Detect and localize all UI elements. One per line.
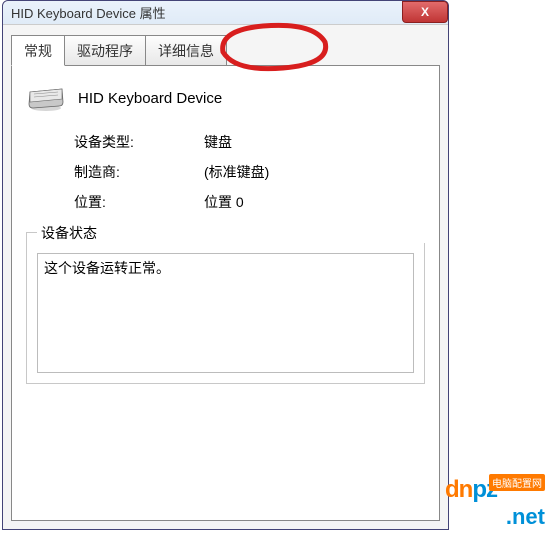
tab-driver[interactable]: 驱动程序	[64, 35, 146, 66]
status-legend: 设备状态	[37, 223, 434, 243]
prop-row-location: 位置: 位置 0	[74, 192, 425, 212]
prop-row-type: 设备类型: 键盘	[74, 132, 425, 152]
prop-value-type: 键盘	[204, 132, 232, 152]
close-button[interactable]: X	[402, 1, 448, 23]
prop-label-type: 设备类型:	[74, 132, 204, 152]
prop-row-manufacturer: 制造商: (标准键盘)	[74, 162, 425, 182]
device-header: HID Keyboard Device	[26, 84, 425, 112]
tabstrip: 常规 驱动程序 详细信息	[11, 35, 440, 66]
tab-details[interactable]: 详细信息	[145, 35, 227, 66]
device-properties: 设备类型: 键盘 制造商: (标准键盘) 位置: 位置 0	[74, 132, 425, 212]
prop-label-location: 位置:	[74, 192, 204, 212]
content-area: 常规 驱动程序 详细信息 HID Keyboard Device	[3, 25, 448, 529]
device-status-group: 设备状态 这个设备运转正常。	[26, 232, 425, 384]
watermark-net: .net	[506, 504, 545, 530]
close-icon: X	[421, 5, 429, 19]
prop-value-location: 位置 0	[204, 192, 244, 212]
status-text: 这个设备运转正常。	[44, 260, 170, 276]
device-name: HID Keyboard Device	[78, 90, 222, 107]
tab-general[interactable]: 常规	[11, 35, 65, 66]
prop-value-manufacturer: (标准键盘)	[204, 162, 269, 182]
watermark-tag: 电脑配置网	[489, 474, 545, 491]
status-textbox[interactable]: 这个设备运转正常。	[37, 253, 414, 373]
window-title: HID Keyboard Device 属性	[11, 3, 166, 22]
prop-label-manufacturer: 制造商:	[74, 162, 204, 182]
keyboard-icon	[26, 84, 66, 112]
watermark: 电脑配置网 dnpz .net	[445, 476, 545, 530]
properties-window: HID Keyboard Device 属性 X 常规 驱动程序 详细信息	[2, 0, 449, 530]
tab-panel-general: HID Keyboard Device 设备类型: 键盘 制造商: (标准键盘)…	[11, 65, 440, 521]
watermark-dn: dn	[445, 476, 472, 503]
titlebar[interactable]: HID Keyboard Device 属性 X	[3, 1, 448, 25]
